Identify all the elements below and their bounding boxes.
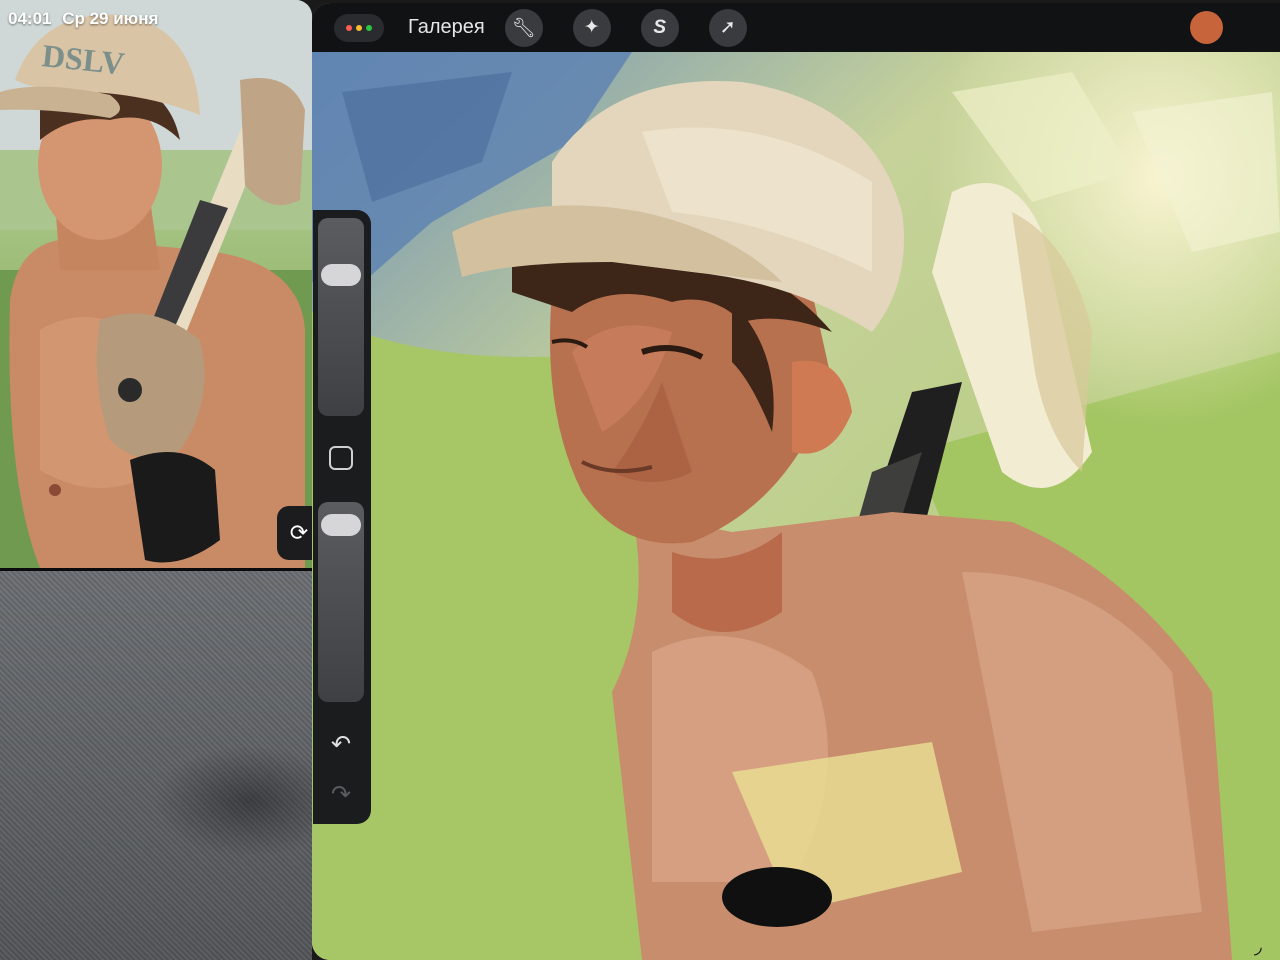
magic-wand-icon[interactable]: ✦	[572, 8, 611, 47]
toolbar: Галерея 🔧︎ ✦ S ➚	[312, 3, 1280, 89]
red-dot-icon	[346, 24, 352, 31]
wrench-icon[interactable]: 🔧︎	[504, 8, 543, 47]
window-menu-dots[interactable]	[334, 13, 384, 42]
layers-icon[interactable]	[1126, 9, 1164, 86]
opacity-slider[interactable]	[318, 502, 364, 702]
selection-s-icon[interactable]: S	[640, 8, 679, 47]
brush-sliders-panel: ↶ ↷	[313, 210, 371, 824]
painting-canvas[interactable]	[312, 52, 1280, 960]
redo-icon[interactable]: ↷	[325, 778, 357, 810]
arrow-cursor-icon[interactable]: ➚	[708, 8, 747, 47]
reference-photo: DSLV	[0, 0, 312, 568]
reference-photo-window[interactable]: DSLV 04:01 Ср 29 июня ⟳	[0, 0, 312, 571]
canvas-window: Галерея 🔧︎ ✦ S ➚	[312, 3, 1280, 960]
undo-icon[interactable]: ↶	[325, 728, 357, 760]
green-dot-icon	[366, 24, 372, 31]
opacity-thumb[interactable]	[321, 513, 361, 536]
status-bar: 04:01 Ср 29 июня	[8, 9, 164, 29]
status-time: 04:01	[8, 9, 52, 28]
carpet-shadow	[0, 571, 312, 960]
rotate-icon[interactable]: ⟳	[277, 506, 312, 560]
brush-size-slider[interactable]	[318, 218, 364, 416]
gallery-button[interactable]: Галерея	[408, 16, 485, 39]
brush-icon[interactable]	[942, 9, 980, 89]
eraser-icon[interactable]	[1064, 9, 1102, 88]
brush-size-thumb[interactable]	[321, 263, 361, 286]
smudge-finger-icon[interactable]	[1002, 9, 1040, 88]
status-date: Ср 29 июня	[62, 9, 159, 28]
resize-corner-icon: ◞	[1254, 936, 1262, 958]
modify-square-icon[interactable]	[329, 446, 353, 470]
color-picker-button[interactable]	[1190, 11, 1223, 44]
yellow-dot-icon	[356, 24, 362, 31]
